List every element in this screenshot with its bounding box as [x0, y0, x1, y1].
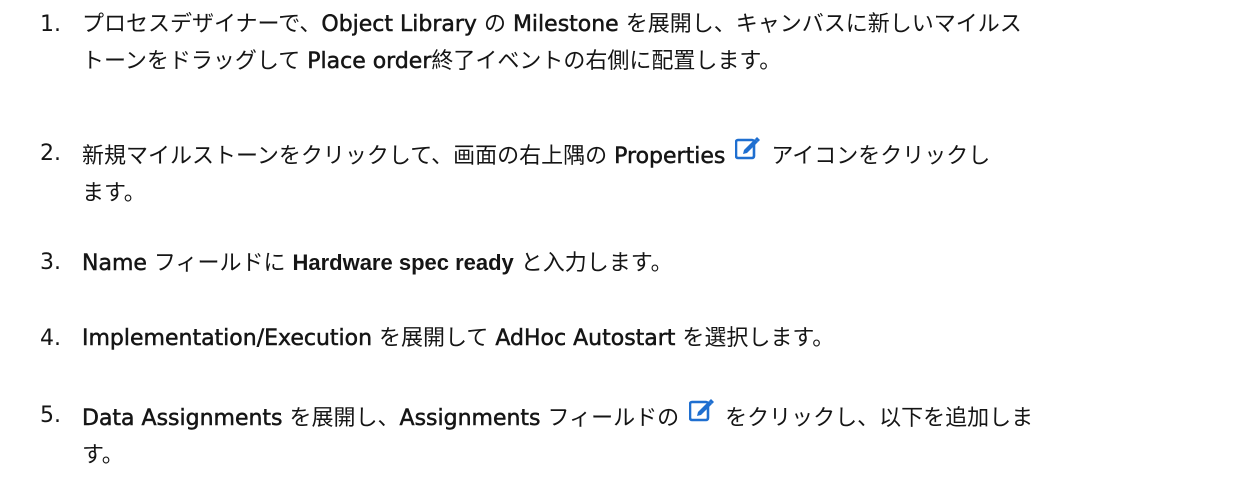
step-4-line-1: Implementation/Execution を展開して AdHoc Aut…	[40, 320, 1230, 357]
step-text: をクリックし、以下を追加しま	[725, 406, 1034, 431]
assignments-term: Assignments	[399, 406, 541, 432]
object-library-term: Object Library	[321, 12, 477, 38]
milestone-term: Milestone	[512, 12, 619, 38]
step-number: 2.	[40, 141, 61, 166]
name-field-term: Name	[82, 251, 147, 277]
adhoc-autostart-term: AdHoc Autostart	[495, 326, 676, 352]
document-body: 1. プロセスデザイナーで、Object Library の Milestone…	[0, 0, 1250, 477]
step-3: 3. Name フィールドに Hardware spec ready と入力しま…	[40, 244, 1230, 282]
place-order-term: Place order	[307, 49, 432, 75]
step-number: 5.	[40, 403, 61, 428]
step-text: を展開し、	[282, 406, 400, 431]
step-3-line-1: Name フィールドに Hardware spec ready と入力します。	[40, 244, 1230, 282]
step-text: ます。	[82, 181, 146, 206]
step-text: す。	[82, 443, 124, 468]
step-text: を展開し、キャンバスに新しいマイルス	[618, 12, 1022, 37]
step-2: 2. 新規マイルストーンをクリックして、画面の右上隅の Properties アイ…	[40, 135, 1230, 212]
step-1-line-1: プロセスデザイナーで、Object Library の Milestone を展…	[40, 6, 1230, 43]
step-2-line-1: 新規マイルストーンをクリックして、画面の右上隅の Properties アイコンを…	[40, 135, 1230, 175]
step-5: 5. Data Assignments を展開し、Assignments フィー…	[40, 397, 1230, 474]
step-number: 3.	[40, 250, 61, 275]
step-text: フィールドに	[146, 251, 293, 276]
implementation-execution-term: Implementation/Execution	[82, 326, 373, 352]
edit-icon	[735, 135, 761, 161]
step-text: を選択します。	[675, 326, 835, 351]
step-text: アイコンをクリックし	[771, 144, 991, 169]
properties-term: Properties	[614, 144, 726, 170]
step-1-line-2: トーンをドラッグして Place order終了イベントの右側に配置します。	[40, 43, 1230, 80]
step-number: 1.	[40, 12, 61, 37]
step-2-line-2: ます。	[40, 175, 1230, 212]
step-5-line-1: Data Assignments を展開し、Assignments フィールドの…	[40, 397, 1230, 437]
step-text: を展開して	[372, 326, 496, 351]
data-assignments-term: Data Assignments	[82, 406, 283, 432]
step-text: トーンをドラッグして	[82, 49, 308, 74]
step-4: 4. Implementation/Execution を展開して AdHoc …	[40, 320, 1230, 357]
step-text: の	[476, 12, 513, 37]
edit-icon	[689, 397, 715, 423]
step-text: 新規マイルストーンをクリックして、画面の右上隅の	[82, 144, 615, 169]
step-text: プロセスデザイナーで、	[82, 12, 322, 37]
step-text: と入力します。	[513, 251, 673, 276]
step-text: 終了イベントの右側に配置します。	[431, 49, 782, 74]
input-value: Hardware spec ready	[292, 250, 514, 275]
step-number: 4.	[40, 326, 61, 351]
step-1: 1. プロセスデザイナーで、Object Library の Milestone…	[40, 6, 1230, 80]
step-text: フィールドの	[540, 406, 680, 431]
step-5-line-2: す。	[40, 437, 1230, 474]
